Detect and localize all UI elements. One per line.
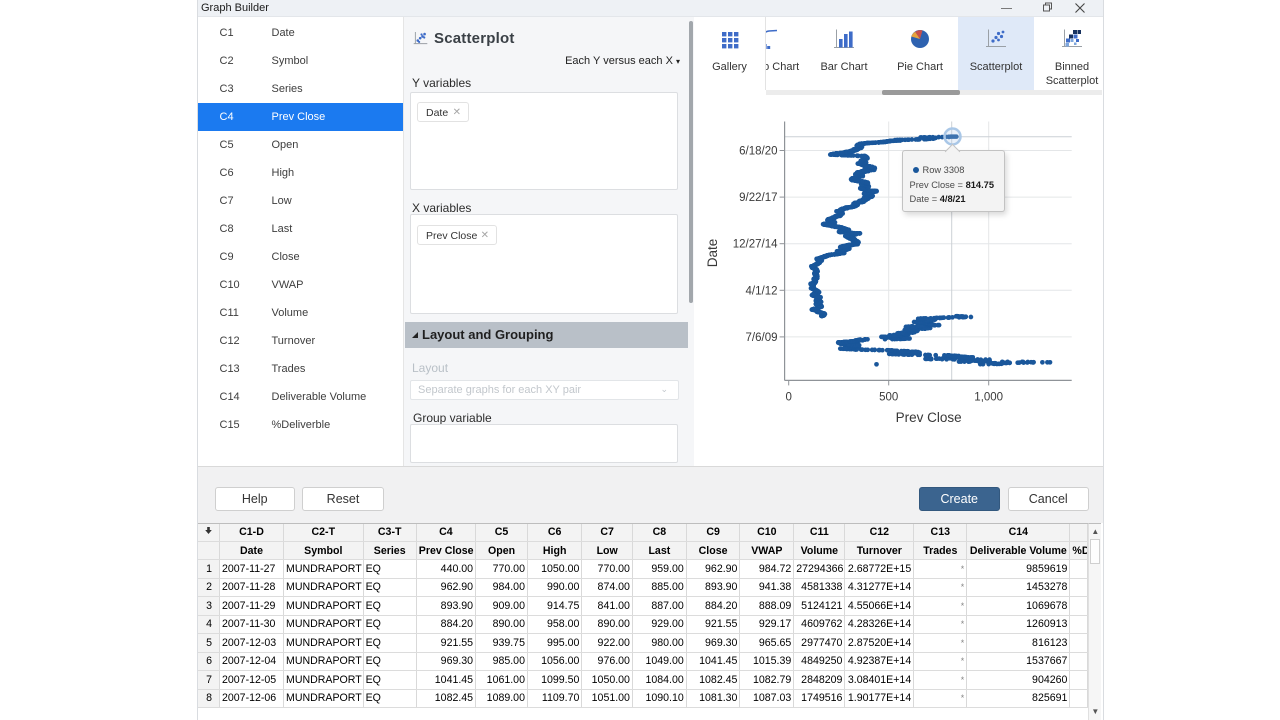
svg-text:500: 500 — [879, 392, 898, 404]
svg-text:0: 0 — [785, 392, 791, 404]
svg-text:6/18/20: 6/18/20 — [739, 146, 777, 158]
svg-text:9/22/17: 9/22/17 — [739, 192, 777, 204]
svg-text:7/6/09: 7/6/09 — [746, 332, 778, 344]
svg-text:Date: Date — [705, 239, 720, 268]
svg-text:1,000: 1,000 — [974, 392, 1003, 404]
svg-text:4/1/12: 4/1/12 — [746, 285, 778, 297]
svg-text:Prev Close: Prev Close — [896, 410, 962, 425]
svg-text:12/27/14: 12/27/14 — [733, 239, 778, 251]
